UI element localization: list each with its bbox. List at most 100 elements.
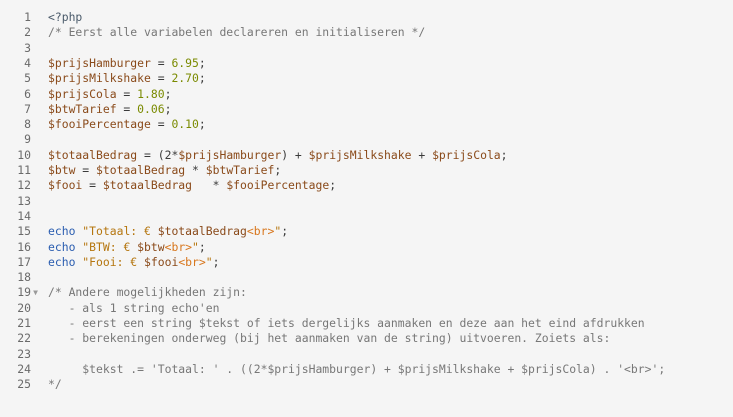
code-line[interactable]: 11 $btw = $totaalBedrag * $btwTarief; <box>0 163 733 178</box>
code-token: = <box>75 163 97 177</box>
code-line[interactable]: 14 <box>0 209 733 224</box>
code-token: ; <box>164 101 172 116</box>
code-line[interactable]: 8 $fooiPercentage = 0.10; <box>0 117 733 132</box>
line-number: 21 <box>17 316 31 330</box>
line-number: 15 <box>17 224 31 239</box>
code-token: 1.80 <box>137 86 165 101</box>
line-number: 17 <box>17 254 31 269</box>
code-line[interactable]: 13 <box>0 194 733 209</box>
code-token: ; <box>212 254 220 269</box>
code-text: $prijsHamburger = 6.95; <box>40 56 206 71</box>
line-number: 14 <box>17 208 31 223</box>
code-token: "BTW: € <box>82 239 138 254</box>
code-token: $fooi <box>144 254 179 269</box>
code-token: $prijsHamburger <box>178 147 282 162</box>
code-line[interactable]: 12 $fooi = $totaalBedrag * $fooiPercenta… <box>0 178 733 193</box>
code-token: ; <box>500 147 508 162</box>
code-line[interactable]: 16 echo "BTW: € $btw<br>"; <box>0 240 733 255</box>
fold-toggle-icon[interactable]: ▼ <box>31 285 40 300</box>
code-token: $btw <box>137 239 165 254</box>
code-token: ; <box>198 71 206 86</box>
code-line[interactable]: 9 <box>0 132 733 147</box>
code-token: = <box>150 55 172 70</box>
code-token: $fooiPercentage <box>48 117 151 132</box>
code-line[interactable]: 1 <?php <box>0 10 733 25</box>
code-text: /* Eerst alle variabelen declareren en i… <box>40 25 425 40</box>
code-line[interactable]: 22 - berekeningen onderweg (bij het aanm… <box>0 331 733 346</box>
code-token: /* Eerst alle variabelen declareren en i… <box>48 25 426 40</box>
code-line[interactable]: 24 $tekst .= 'Totaal: ' . ((2*$prijsHamb… <box>0 362 733 377</box>
code-line[interactable]: 15 echo "Totaal: € $totaalBedrag<br>"; <box>0 224 733 239</box>
line-number: 23 <box>17 346 31 361</box>
code-token: 2.70 <box>171 71 199 86</box>
code-line[interactable]: 2 /* Eerst alle variabelen declareren en… <box>0 25 733 40</box>
code-text: <?php <box>40 10 82 25</box>
code-line[interactable]: 17 echo "Fooi: € $fooi<br>"; <box>0 255 733 270</box>
code-token: */ <box>48 377 62 392</box>
line-number: 1 <box>24 10 31 24</box>
code-text: - eerst een string $tekst of iets dergel… <box>40 316 645 331</box>
code-token: echo <box>48 239 76 254</box>
code-text: echo "BTW: € $btw<br>"; <box>40 240 206 255</box>
code-token: $tekst .= 'Totaal: ' . ((2*$prijsHamburg… <box>48 361 666 376</box>
code-token: $totaalBedrag <box>48 147 138 162</box>
code-line[interactable]: 5 $prijsMilkshake = 2.70; <box>0 71 733 86</box>
code-line[interactable]: 23 <box>0 347 733 362</box>
line-number: 25 <box>17 377 31 392</box>
code-text: $totaalBedrag = (2*$prijsHamburger) + $p… <box>40 148 508 163</box>
code-token: $prijsHamburger <box>48 55 151 70</box>
code-token: ; <box>329 178 337 193</box>
code-line[interactable]: 20 - als 1 string echo'en <box>0 301 733 316</box>
code-line[interactable]: 4 $prijsHamburger = 6.95; <box>0 56 733 71</box>
code-editor[interactable]: 1 <?php 2 /* Eerst alle variabelen declar… <box>0 0 733 417</box>
line-number: 10 <box>17 147 31 162</box>
code-token: ; <box>274 163 282 177</box>
code-line[interactable]: 7 $btwTarief = 0.06; <box>0 102 733 117</box>
line-number: 5 <box>24 71 31 86</box>
code-token: = (2* <box>137 147 179 162</box>
code-token: ) + <box>281 147 309 162</box>
code-token: ; <box>198 117 206 132</box>
code-line[interactable]: 18 <box>0 270 733 285</box>
code-token: echo <box>48 254 76 269</box>
code-token: $btwTarief <box>48 101 117 116</box>
code-token: = <box>116 101 138 116</box>
code-line[interactable]: 6 $prijsCola = 1.80; <box>0 87 733 102</box>
code-line[interactable]: 19 ▼ /* Andere mogelijkheden zijn: <box>0 285 733 300</box>
code-token: $prijsMilkshake <box>308 147 412 162</box>
code-text: $fooi = $totaalBedrag * $fooiPercentage; <box>40 178 336 193</box>
code-text: $prijsMilkshake = 2.70; <box>40 71 206 86</box>
code-line[interactable]: 3 <box>0 41 733 56</box>
code-token: $totaalBedrag <box>96 163 186 177</box>
line-number: 16 <box>17 239 31 254</box>
code-token: - berekeningen onderweg (bij het aanmake… <box>48 331 611 346</box>
code-line[interactable]: 10 $totaalBedrag = (2*$prijsHamburger) +… <box>0 148 733 163</box>
code-token: = <box>116 86 138 101</box>
code-token: 0.06 <box>137 101 165 116</box>
code-token: $fooiPercentage <box>226 178 330 193</box>
line-number: 18 <box>17 270 31 285</box>
code-line[interactable]: 21 - eerst een string $tekst of iets der… <box>0 316 733 331</box>
code-token: = <box>150 117 172 132</box>
code-text: /* Andere mogelijkheden zijn: <box>40 285 247 300</box>
code-token: "Fooi: € <box>82 254 145 269</box>
code-token: - eerst een string $tekst of iets dergel… <box>48 316 645 330</box>
code-line[interactable]: 25 */ <box>0 377 733 392</box>
line-number: 20 <box>17 300 31 315</box>
code-token: " <box>205 254 213 269</box>
line-number: 12 <box>17 178 31 193</box>
